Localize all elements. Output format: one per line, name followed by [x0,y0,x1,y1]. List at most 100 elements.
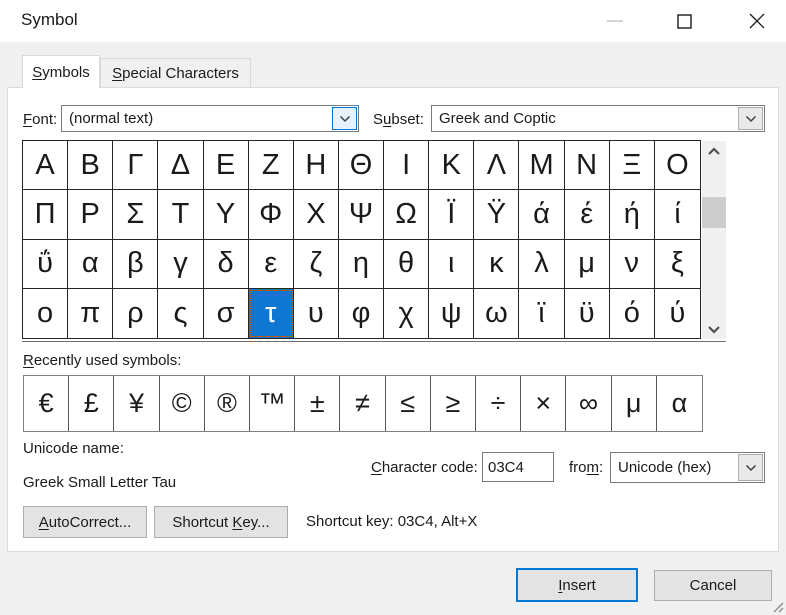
symbol-cell[interactable]: χ [384,288,430,338]
symbol-cell[interactable]: ύ [655,289,700,338]
symbol-cell[interactable]: ξ [654,240,700,289]
symbol-cell[interactable]: λ [519,239,565,289]
subset-dropdown-button[interactable] [738,107,763,130]
symbol-cell[interactable]: ρ [113,288,159,338]
symbol-cell[interactable]: δ [203,239,249,289]
symbol-cell[interactable]: Κ [429,141,475,191]
font-dropdown-button[interactable] [332,107,357,130]
symbol-cell[interactable]: ω [474,288,520,338]
resize-grip-icon[interactable] [770,599,784,613]
symbol-cell[interactable]: ο [23,288,69,338]
symbol-dialog: Symbol Special Characters Symbols Font: … [0,0,786,615]
symbol-cell[interactable]: Δ [158,141,204,191]
symbol-cell[interactable]: ό [610,288,655,338]
symbol-cell[interactable]: ψ [429,288,475,338]
recent-symbol-cell[interactable]: α [657,376,702,431]
font-dropdown[interactable]: (normal text) [61,105,359,132]
symbol-cell[interactable]: ϋ [565,288,610,338]
autocorrect-button[interactable]: AutoCorrect... [23,506,147,538]
symbol-cell[interactable]: Γ [113,141,159,191]
subset-dropdown[interactable]: Greek and Coptic [431,105,765,132]
cancel-button[interactable]: Cancel [654,570,772,601]
symbol-cell[interactable]: Ρ [68,190,114,240]
recent-symbol-cell[interactable]: ± [295,376,341,431]
symbol-cell[interactable]: Φ [248,190,294,240]
symbol-cell[interactable]: Ϋ [474,190,520,240]
close-button[interactable] [734,0,780,42]
symbol-cell[interactable]: ί [654,190,700,240]
symbol-cell[interactable]: Ο [654,141,700,191]
symbol-cell[interactable]: π [68,288,114,338]
symbol-cell[interactable]: η [338,239,385,289]
symbol-cell[interactable]: ι [429,239,475,289]
symbol-cell[interactable]: ζ [293,239,339,289]
recent-symbol-cell[interactable]: ¥ [114,376,160,431]
symbol-cell[interactable]: α [68,239,114,289]
from-dropdown-button[interactable] [738,454,763,481]
symbol-cell[interactable]: σ [204,288,249,338]
tab-symbols[interactable]: Symbols [22,55,100,88]
symbol-cell[interactable]: Ξ [609,141,655,191]
symbol-grid-scrollbar[interactable] [702,141,726,339]
recent-symbol-cell[interactable]: ≤ [386,376,431,431]
symbol-cell[interactable]: φ [339,288,385,338]
symbol-cell[interactable]: μ [564,239,610,289]
symbol-cell[interactable]: Μ [519,141,565,191]
symbol-cell[interactable]: Ε [203,141,249,191]
symbol-cell[interactable]: Θ [338,141,385,191]
symbol-cell[interactable]: θ [384,239,430,289]
scrollbar-thumb[interactable] [702,197,726,228]
recent-symbol-cell[interactable]: € [24,376,70,431]
symbol-cell[interactable]: Ι [384,141,430,191]
tab-special-characters[interactable]: Special Characters [100,58,251,87]
recent-symbol-cell[interactable]: ∞ [566,376,612,431]
symbol-cell[interactable]: Α [23,141,69,191]
minimize-button[interactable] [592,0,638,42]
scroll-down-button[interactable] [702,319,726,339]
symbol-cell[interactable]: έ [564,190,610,240]
recent-symbol-cell[interactable]: ™ [250,376,296,431]
from-dropdown[interactable]: Unicode (hex) [610,452,765,483]
symbol-cell-selected[interactable]: τ [248,288,294,338]
symbol-cell[interactable]: ΰ [23,239,69,289]
symbol-cell[interactable]: υ [294,288,339,338]
symbol-cell[interactable]: κ [474,239,520,289]
font-dropdown-value: (normal text) [69,110,154,127]
insert-button[interactable]: Insert [516,568,638,602]
recent-symbol-cell[interactable]: × [521,376,567,431]
symbol-cell[interactable]: Ν [564,141,610,191]
symbol-cell[interactable]: Χ [293,190,339,240]
symbol-cell[interactable]: Η [293,141,339,191]
symbol-cell[interactable]: β [113,239,159,289]
symbol-cell[interactable]: ν [609,239,655,289]
scroll-up-button[interactable] [702,141,726,161]
symbol-cell[interactable]: Τ [158,190,204,240]
recent-symbol-cell[interactable]: ÷ [476,376,522,431]
font-label: Font: [23,111,58,128]
symbol-cell[interactable]: Υ [203,190,249,240]
symbol-cell[interactable]: Β [68,141,114,191]
cancel-button-label: Cancel [689,577,737,594]
symbol-cell[interactable]: Ω [384,190,430,240]
symbol-cell[interactable]: Σ [113,190,159,240]
recent-symbol-cell[interactable]: £ [69,376,115,431]
symbol-cell[interactable]: γ [158,239,204,289]
symbol-cell[interactable]: ά [519,190,565,240]
symbol-cell[interactable]: Ζ [248,141,294,191]
recent-symbol-cell[interactable]: © [160,376,205,431]
symbol-cell[interactable]: ε [248,239,294,289]
symbol-cell[interactable]: Λ [474,141,520,191]
recent-symbol-cell[interactable]: ≠ [340,376,386,431]
symbol-cell[interactable]: ϊ [519,288,565,338]
symbol-cell[interactable]: Ϊ [429,190,475,240]
recent-symbol-cell[interactable]: ≥ [431,376,476,431]
symbol-cell[interactable]: ή [609,190,655,240]
shortcut-key-button[interactable]: Shortcut Key... [154,506,288,538]
symbol-cell[interactable]: Ψ [338,190,385,240]
maximize-button[interactable] [661,0,707,42]
symbol-cell[interactable]: Π [23,190,69,240]
character-code-input[interactable] [482,452,554,482]
recent-symbol-cell[interactable]: ® [205,376,250,431]
symbol-cell[interactable]: ς [158,288,204,338]
recent-symbol-cell[interactable]: μ [612,376,657,431]
